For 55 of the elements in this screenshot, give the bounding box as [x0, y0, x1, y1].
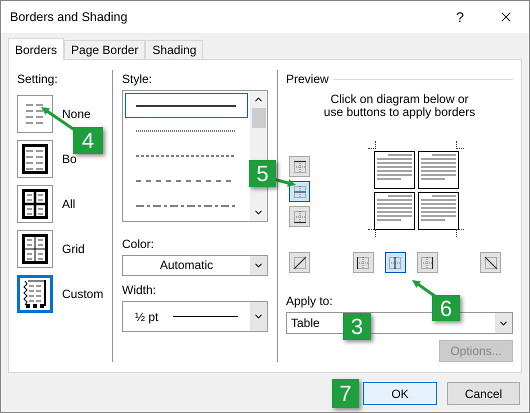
setting-option[interactable]: [17, 275, 53, 313]
setting-label: Setting:: [17, 71, 59, 88]
scrollbar-thumb[interactable]: [252, 108, 266, 128]
border-toggle-button[interactable]: [289, 156, 310, 177]
corner-mark-icon: [368, 141, 376, 149]
grid-borders-icon: [22, 234, 48, 264]
table-cell-preview: [418, 151, 458, 189]
all-borders-icon: [22, 189, 48, 219]
setting-option[interactable]: [17, 230, 53, 268]
help-button[interactable]: ?: [437, 1, 483, 33]
line-sample: [173, 316, 238, 317]
tab[interactable]: Page Border: [64, 40, 146, 59]
table-cell-preview: [374, 192, 414, 230]
width-dropdown[interactable]: ½ pt: [122, 301, 268, 332]
color-dropdown[interactable]: Automatic: [122, 255, 268, 276]
no-border-icon: [24, 102, 46, 126]
border-toggle-button[interactable]: [352, 252, 374, 273]
line-style-option[interactable]: [125, 93, 248, 118]
ok-button[interactable]: OK: [363, 382, 437, 405]
apply-to-label: Apply to:: [286, 293, 333, 310]
style-label: Style:: [122, 71, 154, 88]
setting-option[interactable]: [17, 185, 53, 223]
table-cell-preview: [418, 192, 458, 230]
color-label: Color:: [122, 236, 156, 253]
border-toggle-button[interactable]: [416, 252, 438, 273]
border-toggle-button[interactable]: [289, 206, 310, 227]
width-label: Width:: [122, 282, 158, 299]
setting-option-label: All: [62, 196, 76, 213]
border-line-icon: [292, 254, 308, 270]
box-border-icon: [22, 144, 48, 174]
border-toggle-button[interactable]: [480, 252, 501, 273]
window-title: Borders and Shading: [10, 8, 128, 26]
custom-border-icon: [22, 279, 48, 309]
setting-option-label: Custom: [62, 286, 104, 303]
table-cell-preview: [374, 151, 414, 189]
corner-mark-icon: [456, 141, 464, 149]
setting-option-label: Grid: [62, 241, 85, 258]
border-toggle-button[interactable]: [289, 181, 310, 202]
instruction-text: Click on diagram below or: [330, 93, 469, 106]
cancel-button[interactable]: Cancel: [447, 382, 520, 405]
step-badge: 7: [332, 379, 359, 408]
preview-label: Preview: [286, 71, 329, 88]
step-badge: 6: [432, 295, 460, 321]
step-badge: 4: [73, 127, 103, 154]
instruction-text: use buttons to apply borders: [324, 106, 476, 119]
setting-option-label: None: [62, 106, 91, 123]
border-toggle-button[interactable]: [289, 252, 310, 273]
step-badge: 5: [249, 160, 276, 187]
step-badge: 3: [343, 313, 371, 340]
border-toggle-button[interactable]: [384, 252, 406, 273]
setting-option-label: Bo: [62, 151, 77, 168]
tab[interactable]: Borders: [8, 38, 64, 60]
tab[interactable]: Shading: [145, 40, 204, 59]
setting-option[interactable]: [17, 140, 53, 178]
border-line-icon: [482, 254, 498, 270]
